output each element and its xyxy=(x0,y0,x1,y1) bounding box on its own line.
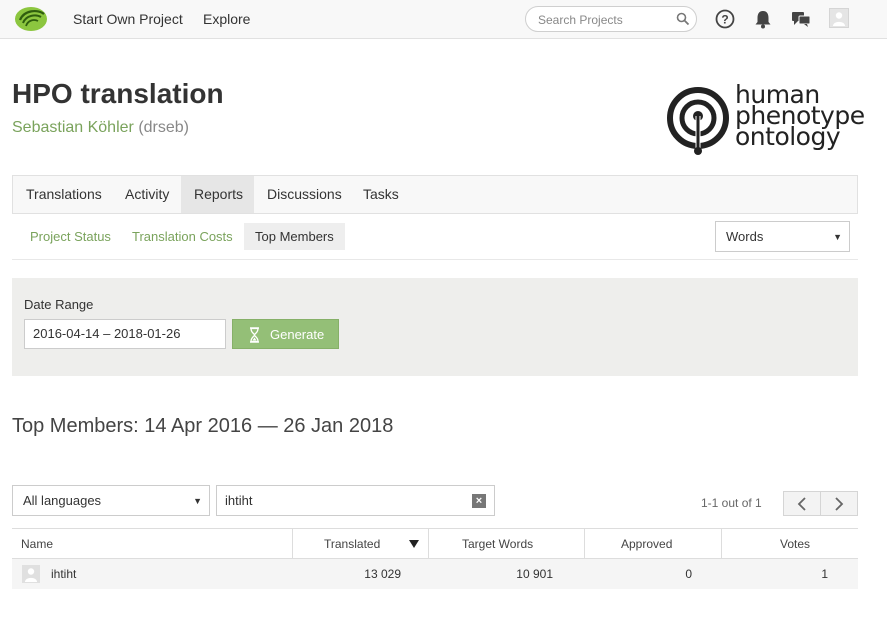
sort-descending-icon[interactable] xyxy=(409,540,419,548)
column-header-approved[interactable]: Approved xyxy=(621,529,672,558)
owner-name-link[interactable]: Sebastian Köhler xyxy=(12,119,134,136)
search-input[interactable] xyxy=(538,11,673,29)
chevron-right-icon xyxy=(835,497,844,511)
subtab-top-members[interactable]: Top Members xyxy=(244,223,345,250)
language-select-value: All languages xyxy=(23,493,102,508)
crowdin-logo-icon[interactable] xyxy=(14,6,48,32)
language-select[interactable]: All languages ▼ xyxy=(12,485,210,516)
date-range-panel: Date Range 2016-04-14 – 2018-01-26 Gener… xyxy=(12,278,858,376)
column-header-target-words[interactable]: Target Words xyxy=(462,529,533,558)
member-avatar xyxy=(22,565,40,583)
report-title: Top Members: 14 Apr 2016 — 26 Jan 2018 xyxy=(12,415,394,437)
top-navbar: Start Own Project Explore ? xyxy=(0,0,887,39)
member-name[interactable]: ihtiht xyxy=(51,567,76,581)
target-words-value: 10 901 xyxy=(516,567,553,581)
project-tabs: Translations Activity Reports Discussion… xyxy=(12,175,858,214)
hourglass-icon xyxy=(250,327,259,343)
unit-select-value: Words xyxy=(726,229,764,244)
user-avatar[interactable] xyxy=(829,8,849,28)
column-divider xyxy=(428,529,429,558)
reports-subnav: Project Status Translation Costs Top Mem… xyxy=(12,214,858,260)
chevron-down-icon: ▼ xyxy=(193,496,202,506)
column-divider xyxy=(292,529,293,558)
project-logo: human phenotype ontology xyxy=(662,82,865,158)
tab-reports[interactable]: Reports xyxy=(181,176,254,213)
subtab-project-status[interactable]: Project Status xyxy=(18,223,123,250)
search-box xyxy=(525,6,697,32)
votes-value: 1 xyxy=(821,567,828,581)
generate-button-label: Generate xyxy=(270,327,325,342)
nav-explore[interactable]: Explore xyxy=(203,11,250,27)
subtab-translation-costs[interactable]: Translation Costs xyxy=(120,223,245,250)
member-search-value: ihtiht xyxy=(225,493,253,508)
column-header-votes[interactable]: Votes xyxy=(780,529,810,558)
tab-translations[interactable]: Translations xyxy=(13,176,113,213)
svg-text:?: ? xyxy=(721,13,728,27)
member-search-field[interactable]: ihtiht × xyxy=(216,485,495,516)
column-divider xyxy=(721,529,722,558)
pagination-info: 1-1 out of 1 xyxy=(701,496,762,510)
chevron-down-icon: ▼ xyxy=(833,232,842,242)
column-divider xyxy=(584,529,585,558)
date-range-input[interactable]: 2016-04-14 – 2018-01-26 xyxy=(24,319,226,349)
tab-tasks[interactable]: Tasks xyxy=(350,176,410,213)
bell-icon[interactable] xyxy=(752,8,774,30)
tab-activity[interactable]: Activity xyxy=(113,176,181,213)
user-silhouette-icon xyxy=(25,568,37,582)
table-row[interactable]: ihtiht 13 029 10 901 0 1 xyxy=(12,559,858,589)
table-header: Name Translated Target Words Approved Vo… xyxy=(12,528,858,559)
project-owner: Sebastian Köhler (drseb) xyxy=(12,119,189,137)
owner-handle: (drseb) xyxy=(138,119,189,136)
approved-value: 0 xyxy=(685,567,692,581)
page-title: HPO translation xyxy=(12,78,224,109)
search-icon[interactable] xyxy=(676,12,690,26)
help-icon[interactable]: ? xyxy=(714,8,736,30)
next-page-button[interactable] xyxy=(820,491,858,516)
prev-page-button[interactable] xyxy=(783,491,821,516)
chevron-left-icon xyxy=(797,497,806,511)
date-range-label: Date Range xyxy=(24,297,94,312)
column-header-translated[interactable]: Translated xyxy=(324,529,380,558)
user-silhouette-icon xyxy=(833,12,845,26)
generate-button[interactable]: Generate xyxy=(232,319,339,349)
unit-select[interactable]: Words ▼ xyxy=(715,221,850,252)
chat-icon[interactable] xyxy=(790,8,812,30)
tab-discussions[interactable]: Discussions xyxy=(254,176,350,213)
column-header-name[interactable]: Name xyxy=(21,529,53,558)
nav-start-own-project[interactable]: Start Own Project xyxy=(73,11,183,27)
translated-value: 13 029 xyxy=(364,567,401,581)
clear-search-icon[interactable]: × xyxy=(472,494,486,508)
